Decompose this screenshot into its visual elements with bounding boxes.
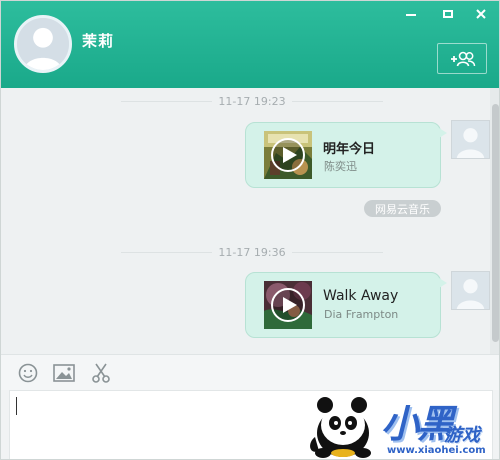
input-toolbar (1, 354, 499, 390)
emoji-icon (18, 363, 38, 383)
screenshot-button[interactable] (90, 363, 112, 383)
timestamp: 11-17 19:36 (218, 245, 286, 259)
chat-header: 茉莉 (1, 1, 499, 88)
play-button[interactable] (271, 138, 305, 172)
timestamp-divider: 11-17 19:36 (121, 245, 383, 259)
contact-avatar[interactable] (14, 15, 72, 73)
timestamp-divider: 11-17 19:23 (121, 94, 383, 108)
watermark-url: www.xiaohei.com (387, 445, 486, 456)
maximize-button[interactable] (438, 7, 458, 21)
contact-name: 茉莉 (82, 32, 115, 50)
image-button[interactable] (53, 363, 75, 383)
play-button[interactable] (271, 288, 305, 322)
add-users-icon (451, 51, 476, 66)
default-user-icon (452, 121, 489, 158)
image-icon (53, 364, 75, 382)
text-caret (16, 397, 17, 415)
minimize-icon (406, 14, 416, 16)
watermark-brand: 小黑 (381, 402, 455, 446)
play-icon (282, 147, 297, 163)
my-avatar[interactable] (451, 271, 490, 310)
default-user-icon (17, 18, 69, 70)
default-user-icon (452, 272, 489, 309)
panda-logo-icon (310, 397, 371, 458)
close-icon (476, 9, 486, 19)
my-avatar[interactable] (451, 120, 490, 159)
close-button[interactable] (471, 7, 491, 21)
music-card-message[interactable]: 明年今日 陈奕迅 (245, 122, 447, 188)
song-artist: Dia Frampton (324, 308, 399, 321)
message-list[interactable]: 11-17 19:23 明年今日 陈奕迅 网易云音乐 11-17 19:36 W… (1, 88, 499, 354)
timestamp: 11-17 19:23 (218, 94, 286, 108)
watermark-suffix: 游戏 (444, 425, 480, 446)
scissors-icon (92, 363, 110, 383)
song-artist: 陈奕迅 (324, 160, 357, 173)
play-icon (282, 297, 297, 313)
song-title: Walk Away (323, 288, 399, 304)
scrollbar-thumb[interactable] (492, 104, 499, 342)
chat-window: 茉莉 11-17 19:23 明年今日 陈奕迅 网易云音乐 11-17 19:3… (0, 0, 500, 460)
music-card-message[interactable]: Walk Away Dia Frampton (245, 272, 447, 338)
source-tag[interactable]: 网易云音乐 (364, 200, 441, 217)
site-watermark: 小黑 游戏 www.xiaohei.com (301, 387, 499, 459)
maximize-icon (443, 10, 453, 18)
minimize-button[interactable] (401, 7, 421, 21)
add-friend-button[interactable] (437, 43, 487, 74)
song-title: 明年今日 (323, 142, 376, 157)
emoji-button[interactable] (17, 363, 39, 383)
